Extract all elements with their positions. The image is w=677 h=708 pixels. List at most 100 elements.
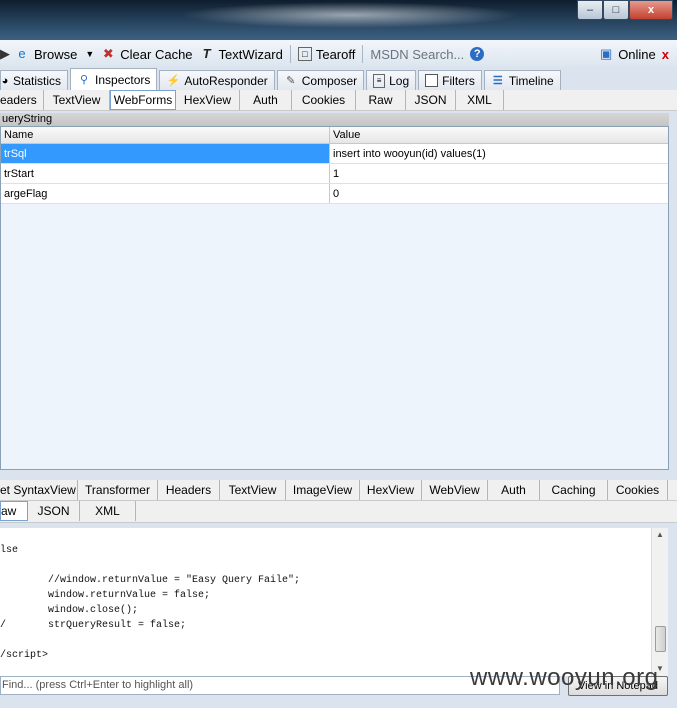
window-controls: – □ x: [577, 0, 673, 20]
req-tab-webforms[interactable]: WebForms: [110, 90, 176, 110]
timeline-icon: ☰: [492, 74, 503, 87]
scroll-up-icon[interactable]: ▲: [652, 528, 668, 542]
response-inspector-tabs-row2: aw JSON XML: [0, 501, 677, 523]
table-row[interactable]: trSql insert into wooyun(id) values(1): [1, 144, 668, 164]
tab-composer-label: Composer: [301, 73, 358, 88]
network-icon: ▣: [600, 46, 613, 61]
tab-statistics[interactable]: ◕ Statistics: [0, 70, 69, 90]
resp-tab-xml[interactable]: XML: [80, 501, 136, 521]
lightning-icon: ⚡: [166, 74, 181, 87]
grid-header-row: Name Value: [1, 127, 668, 144]
close-toolbar-button[interactable]: x: [659, 42, 677, 66]
col-name-header[interactable]: Name: [1, 127, 330, 143]
resp-tab-cookies[interactable]: Cookies: [608, 480, 668, 500]
window-titlebar: – □ x: [0, 0, 677, 40]
param-value: 0: [333, 187, 340, 200]
resp-tab-caching[interactable]: Caching: [540, 480, 608, 500]
querystring-grid: Name Value trSql insert into wooyun(id) …: [0, 126, 669, 470]
req-tab-cookies[interactable]: Cookies: [292, 90, 356, 110]
req-tab-textview[interactable]: TextView: [44, 90, 110, 110]
resp-tab-textview[interactable]: TextView: [220, 480, 286, 500]
msdn-search-placeholder: MSDN Search...: [370, 46, 465, 62]
msdn-search-input[interactable]: MSDN Search...: [367, 42, 467, 66]
browse-button[interactable]: ▶ e Browse ▼: [0, 42, 97, 66]
scroll-thumb[interactable]: [655, 626, 666, 652]
toolbar-divider: [289, 45, 291, 63]
main-toolbar: ▶ e Browse ▼ ✖ Clear Cache T TextWizard …: [0, 40, 677, 68]
main-tabs: ◕ Statistics ⚲ Inspectors ⚡ AutoResponde…: [0, 68, 677, 90]
checkbox-icon: [425, 74, 439, 87]
tab-timeline[interactable]: ☰ Timeline: [483, 70, 561, 90]
chevron-down-icon[interactable]: ▼: [85, 49, 94, 59]
resp-tab-auth[interactable]: Auth: [488, 480, 540, 500]
inspectors-icon: ⚲: [79, 73, 89, 86]
clear-cache-button[interactable]: ✖ Clear Cache: [97, 42, 195, 66]
req-tab-auth[interactable]: Auth: [240, 90, 292, 110]
req-tab-json[interactable]: JSON: [406, 90, 456, 110]
tab-statistics-label: Statistics: [13, 73, 62, 88]
param-name: argeFlag: [1, 184, 330, 203]
close-window-button[interactable]: x: [629, 0, 673, 20]
resp-tab-headers[interactable]: Headers: [158, 480, 220, 500]
minimize-button[interactable]: –: [577, 0, 603, 20]
param-name: trStart: [1, 164, 330, 183]
tab-filters-label: Filters: [442, 73, 475, 88]
response-inspector-tabs: et SyntaxView Transformer Headers TextVi…: [0, 480, 677, 501]
tab-log[interactable]: ≡ Log: [366, 70, 417, 90]
textwizard-button[interactable]: T TextWizard: [196, 42, 286, 66]
replay-icon: ▶: [0, 46, 10, 61]
resp-tab-imageview[interactable]: ImageView: [286, 480, 360, 500]
code-line: /script>: [0, 650, 49, 661]
response-raw-text[interactable]: lse //window.returnValue = "Easy Query F…: [0, 528, 651, 676]
resp-tab-raw[interactable]: aw: [0, 501, 28, 521]
maximize-button[interactable]: □: [603, 0, 629, 20]
resp-tab-syntaxview[interactable]: et SyntaxView: [0, 480, 78, 500]
panel-splitter[interactable]: [0, 470, 677, 480]
table-row[interactable]: trStart 1: [1, 164, 668, 184]
code-line: / strQueryResult = false;: [0, 620, 187, 631]
request-inspector-tabs: eaders TextView WebForms HexView Auth Co…: [0, 90, 677, 111]
resp-tab-json[interactable]: JSON: [28, 501, 80, 521]
col-value-header[interactable]: Value: [330, 127, 668, 143]
param-value: 1: [333, 167, 340, 180]
help-button[interactable]: ?: [467, 42, 491, 66]
textwizard-icon: T: [202, 46, 211, 61]
tab-inspectors[interactable]: ⚲ Inspectors: [70, 68, 158, 90]
tab-timeline-label: Timeline: [508, 73, 554, 88]
param-name: trSql: [1, 144, 330, 163]
clear-cache-icon: ✖: [102, 46, 114, 61]
titlebar-glow: [180, 2, 520, 28]
resp-tab-transformer[interactable]: Transformer: [78, 480, 158, 500]
req-tab-headers[interactable]: eaders: [0, 90, 44, 110]
tab-filters[interactable]: Filters: [418, 70, 482, 90]
bottom-margin: [0, 696, 677, 708]
code-scrollbar[interactable]: ▲ ▼: [651, 528, 668, 676]
req-tab-raw[interactable]: Raw: [356, 90, 406, 110]
resp-tab-webview[interactable]: WebView: [422, 480, 488, 500]
table-row[interactable]: argeFlag 0: [1, 184, 668, 204]
tab-inspectors-label: Inspectors: [95, 72, 151, 87]
req-tab-hexview[interactable]: HexView: [176, 90, 240, 110]
tearoff-icon: □: [297, 47, 312, 61]
online-label: Online: [618, 46, 656, 62]
tab-autoresponder[interactable]: ⚡ AutoResponder: [159, 70, 275, 90]
log-icon: ≡: [373, 73, 386, 88]
clear-cache-label: Clear Cache: [120, 46, 193, 62]
code-line: window.returnValue = false;: [0, 590, 211, 601]
param-value: insert into wooyun(id) values(1): [333, 147, 486, 160]
composer-icon: ✎: [286, 74, 296, 87]
req-tab-xml[interactable]: XML: [456, 90, 504, 110]
online-status[interactable]: ▣ Online: [595, 42, 659, 66]
statistics-icon: ◕: [1, 74, 9, 87]
tab-composer[interactable]: ✎ Composer: [276, 70, 365, 90]
watermark-text: www.wooyun.org: [470, 664, 659, 691]
tearoff-button[interactable]: □ Tearoff: [295, 42, 359, 66]
right-margin: [669, 113, 677, 470]
help-icon: ?: [470, 47, 485, 61]
browse-label: Browse: [34, 46, 78, 62]
resp-tab-hexview[interactable]: HexView: [360, 480, 422, 500]
code-line: lse: [0, 545, 19, 556]
code-line: window.close();: [0, 605, 139, 616]
tearoff-label: Tearoff: [315, 46, 356, 62]
tab-log-label: Log: [389, 73, 410, 88]
